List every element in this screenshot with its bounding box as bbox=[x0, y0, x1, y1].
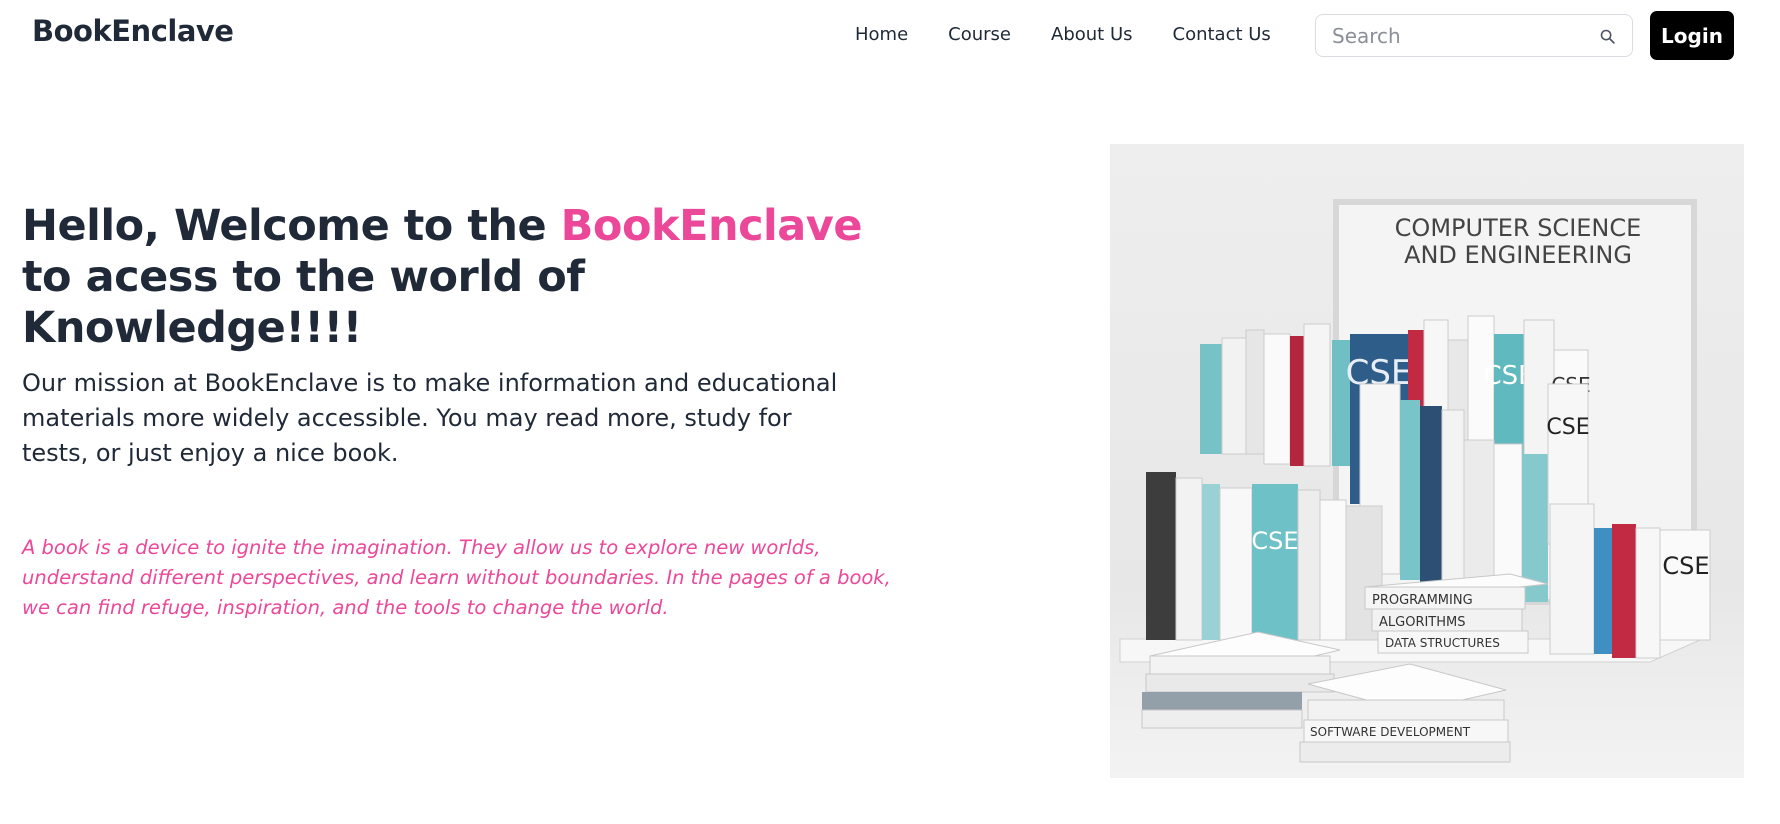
mission-text: Our mission at BookEnclave is to make in… bbox=[22, 369, 838, 467]
brand-logo[interactable]: BookEnclave bbox=[32, 14, 234, 48]
login-button[interactable]: Login bbox=[1650, 11, 1734, 60]
nav-link-about-us[interactable]: About Us bbox=[1051, 24, 1133, 45]
stack-label-software-development: SOFTWARE DEVELOPMENT bbox=[1310, 725, 1471, 739]
hero-title: Hello, Welcome to the BookEnclave to ace… bbox=[22, 201, 922, 354]
hero-title-part1: Hello, Welcome to the bbox=[22, 201, 561, 251]
nav-link-contact-us[interactable]: Contact Us bbox=[1173, 24, 1271, 45]
stack-label-programming: PROGRAMMING bbox=[1372, 593, 1473, 608]
hero-image-books: COMPUTER SCIENCE AND ENGINEERING CSE CSE… bbox=[1110, 144, 1744, 778]
spine-label-cse-6: CSE bbox=[1662, 552, 1709, 580]
navbar: BookEnclave Home Course About Us Contact… bbox=[0, 0, 1780, 70]
center-book-stack: PROGRAMMING ALGORITHMS DATA STRUCTURES bbox=[1364, 573, 1549, 654]
nav-link-course[interactable]: Course bbox=[948, 24, 1011, 45]
nav-link-home[interactable]: Home bbox=[855, 24, 908, 45]
spine-label-cse-4: CSE bbox=[1546, 415, 1589, 440]
hero-title-part2: to acess to the world of Knowledge!!!! bbox=[22, 252, 585, 353]
spine-label-cse-5: CSE bbox=[1251, 527, 1298, 555]
sign-line-1: COMPUTER SCIENCE bbox=[1395, 214, 1642, 242]
nav-links: Home Course About Us Contact Us bbox=[855, 24, 1311, 45]
search-box bbox=[1315, 14, 1633, 57]
books-illustration: COMPUTER SCIENCE AND ENGINEERING CSE CSE… bbox=[1119, 199, 1711, 763]
sign-line-2: AND ENGINEERING bbox=[1404, 241, 1632, 269]
stack-label-algorithms: ALGORITHMS bbox=[1379, 615, 1466, 630]
hero-title-highlight: BookEnclave bbox=[560, 201, 863, 251]
quote-text: A book is a device to ignite the imagina… bbox=[22, 536, 891, 619]
search-icon[interactable] bbox=[1599, 28, 1616, 45]
stack-label-data-structures: DATA STRUCTURES bbox=[1385, 636, 1500, 650]
search-input[interactable] bbox=[1330, 23, 1580, 49]
